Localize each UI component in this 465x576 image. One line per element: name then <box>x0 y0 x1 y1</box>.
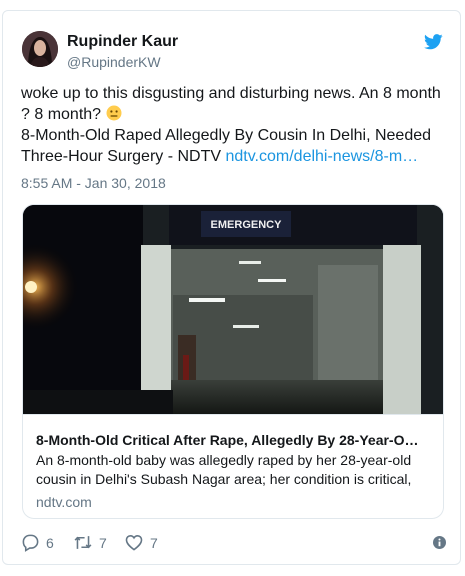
neutral-face-emoji-icon <box>106 105 121 121</box>
tweet-text-part1: woke up to this disgusting and disturbin… <box>21 85 441 123</box>
reply-button[interactable]: 6 <box>21 533 54 552</box>
reply-icon <box>22 534 39 552</box>
card-title[interactable]: 8-Month-Old Critical After Rape, Alleged… <box>36 431 434 449</box>
tweet-timestamp[interactable]: 8:55 AM - Jan 30, 2018 <box>21 174 166 192</box>
like-button[interactable]: 7 <box>124 533 158 552</box>
card-image[interactable]: EMERGENCY <box>23 205 443 414</box>
info-icon[interactable] <box>433 536 446 549</box>
link-card[interactable]: EMERGENCY 8-Month-Old Critical After Rap… <box>22 204 444 519</box>
embedded-tweet: Rupinder Kaur @RupinderKW woke up to thi… <box>2 10 461 565</box>
author-name[interactable]: Rupinder Kaur <box>67 32 178 52</box>
tweet-text: woke up to this disgusting and disturbin… <box>21 83 446 167</box>
tweet-actions: 6 7 7 <box>21 533 446 555</box>
like-count: 7 <box>150 534 158 551</box>
card-body[interactable]: 8-Month-Old Critical After Rape, Alleged… <box>23 414 443 518</box>
tweet-link[interactable]: ndtv.com/delhi-news/8-m… <box>226 148 419 165</box>
retweet-button[interactable]: 7 <box>73 533 107 552</box>
heart-icon <box>125 534 143 551</box>
card-domain[interactable]: ndtv.com <box>36 493 92 511</box>
twitter-bird-icon[interactable] <box>424 34 443 50</box>
avatar[interactable] <box>22 31 58 67</box>
retweet-count: 7 <box>99 534 107 551</box>
author-handle[interactable]: @RupinderKW <box>67 53 161 71</box>
reply-count: 6 <box>46 534 54 551</box>
card-image-sign: EMERGENCY <box>211 219 283 231</box>
card-description: An 8-month-old baby was allegedly raped … <box>36 452 412 487</box>
retweet-icon <box>74 536 92 549</box>
